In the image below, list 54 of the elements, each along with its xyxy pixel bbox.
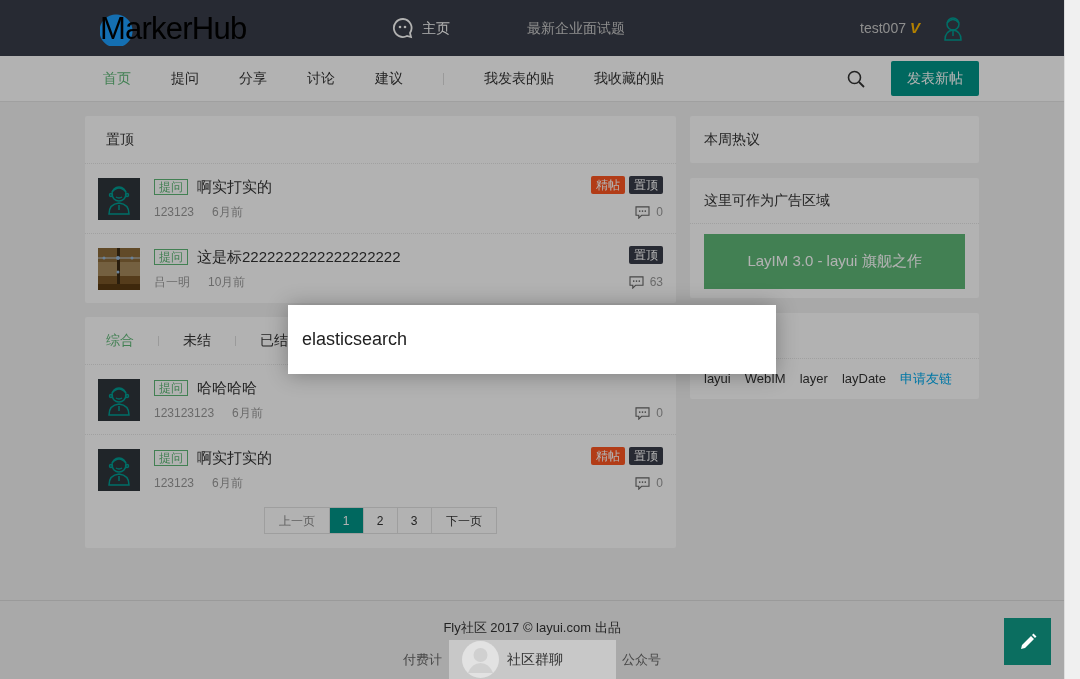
- status-tag: 置顶: [629, 176, 663, 194]
- status-tag: 精帖: [591, 447, 625, 465]
- post-time: 6月前: [212, 204, 243, 222]
- chat-icon: [392, 17, 414, 39]
- section-title: 这里可作为广告区域: [704, 191, 830, 210]
- post-title[interactable]: 哈哈哈哈: [197, 376, 257, 400]
- friend-link[interactable]: layDate: [841, 369, 886, 389]
- edit-button[interactable]: [1004, 618, 1051, 665]
- friend-link[interactable]: layer: [799, 369, 828, 389]
- vip-label: V: [910, 17, 920, 38]
- status-tag: 置顶: [629, 447, 663, 465]
- nav-tab[interactable]: 讨论: [307, 68, 335, 89]
- post-time: 6月前: [232, 405, 263, 423]
- footer-text: 付费计: [403, 650, 442, 669]
- avatar-icon: [98, 448, 140, 491]
- search-icon[interactable]: [847, 69, 865, 88]
- filter-tab[interactable]: 未结: [183, 330, 211, 351]
- nav-tab[interactable]: 分享: [239, 68, 267, 89]
- comment-icon: [628, 275, 644, 289]
- chat-label: 社区群聊: [507, 650, 563, 669]
- user-silhouette-icon: [462, 641, 499, 678]
- section-title: 本周热议: [704, 130, 760, 149]
- nav-link[interactable]: 我发表的贴: [484, 68, 554, 89]
- comment-count: 0: [656, 405, 663, 422]
- section-title: 置顶: [106, 130, 134, 149]
- nav-tab[interactable]: 提问: [171, 68, 199, 89]
- status-tag: 置顶: [629, 246, 663, 264]
- footer-text: Fly社区 2017 © layui.com 出品: [443, 619, 621, 637]
- avatar-icon: [98, 378, 140, 421]
- comment-icon: [635, 476, 651, 490]
- post-title[interactable]: 啊实打实的: [197, 175, 272, 199]
- post-title[interactable]: 这是标2222222222222222222: [197, 245, 401, 269]
- comment-count: 0: [656, 204, 663, 221]
- page-button[interactable]: 2: [362, 507, 398, 534]
- page-button[interactable]: 3: [396, 507, 432, 534]
- status-tag: 精帖: [591, 176, 625, 194]
- post-title[interactable]: 啊实打实的: [197, 446, 272, 470]
- footer-text: 公众号: [622, 650, 661, 669]
- avatar-icon: [98, 177, 140, 220]
- next-page-button[interactable]: 下一页: [430, 507, 497, 534]
- comment-icon: [635, 205, 651, 219]
- dialog-text: elasticsearch: [302, 328, 408, 351]
- nav-link[interactable]: 我收藏的贴: [594, 68, 664, 89]
- comment-count: 0: [656, 475, 663, 492]
- nav-tab[interactable]: 建议: [375, 68, 403, 89]
- username[interactable]: test007: [860, 17, 906, 39]
- filter-tab[interactable]: 已结: [260, 330, 288, 351]
- nav-link[interactable]: 最新企业面试题: [527, 17, 625, 39]
- nav-link[interactable]: 主页: [392, 17, 450, 39]
- comment-count: 63: [649, 274, 663, 291]
- post-time: 6月前: [212, 475, 243, 493]
- chat-popup[interactable]: 社区群聊: [449, 640, 616, 679]
- comment-icon: [635, 406, 651, 420]
- post-time: 10月前: [208, 274, 246, 292]
